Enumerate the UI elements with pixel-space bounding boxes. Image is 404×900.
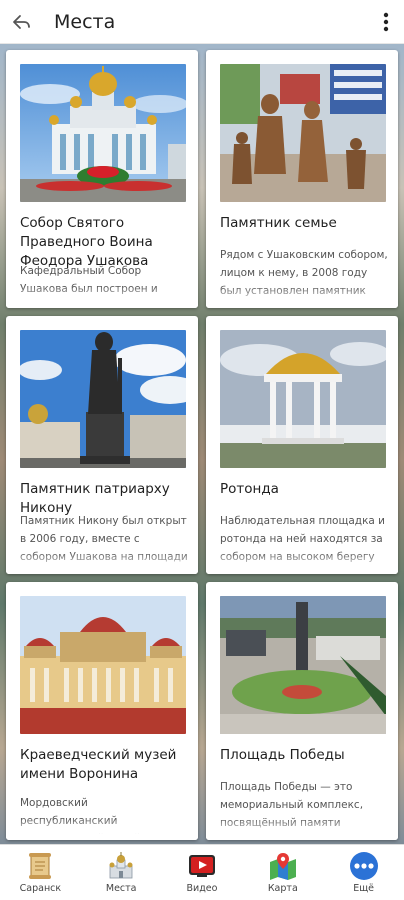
nav-label: Саранск	[19, 883, 62, 894]
museum-image	[20, 596, 186, 734]
place-card-victory-square[interactable]: Площадь Победы Площадь Победы — это мемо…	[206, 582, 398, 840]
place-card-rotunda[interactable]: Ротонда Наблюдательная площадка и ротонд…	[206, 316, 398, 574]
bottom-navigation: Саранск Места Видео Карта Ещё	[0, 844, 404, 900]
nav-item-places[interactable]: Места	[81, 845, 162, 900]
nav-item-map[interactable]: Карта	[242, 845, 323, 900]
place-card-nikon-monument[interactable]: Памятник патриарху Никону Памятник Никон…	[6, 316, 198, 574]
rotunda-image	[220, 330, 386, 468]
nav-item-more[interactable]: Ещё	[323, 845, 404, 900]
places-grid: Собор Святого Праведного Воина Феодора У…	[0, 44, 404, 844]
more-vertical-icon[interactable]	[368, 0, 404, 44]
nikon-monument-image	[20, 330, 186, 468]
nav-label: Видео	[186, 883, 218, 894]
back-arrow-icon[interactable]	[0, 0, 44, 44]
place-card-cathedral[interactable]: Собор Святого Праведного Воина Феодора У…	[6, 50, 198, 308]
page-title: Места	[54, 10, 116, 33]
place-title: Площадь Победы	[220, 747, 345, 763]
place-title: Памятник семье	[220, 215, 337, 231]
place-card-family-monument[interactable]: Памятник семье Рядом с Ушаковским соборо…	[206, 50, 398, 308]
app-bar: Места	[0, 0, 404, 44]
place-title: Ротонда	[220, 481, 279, 497]
video-play-icon	[187, 851, 217, 881]
nav-label: Места	[105, 883, 137, 894]
map-pin-icon	[268, 851, 298, 881]
victory-square-image	[220, 596, 386, 734]
church-icon	[106, 851, 136, 881]
more-horizontal-icon	[349, 851, 379, 881]
nav-label: Карта	[267, 883, 298, 894]
cathedral-image	[20, 64, 186, 202]
place-card-museum[interactable]: Краеведческий музей имени Воронина Мордо…	[6, 582, 198, 840]
nav-label: Ещё	[353, 883, 374, 894]
scroll-icon	[25, 851, 55, 881]
place-title: Краеведческий музей имени Воронина	[20, 747, 177, 782]
family-monument-image	[220, 64, 386, 202]
nav-item-video[interactable]: Видео	[162, 845, 243, 900]
nav-item-saransk[interactable]: Саранск	[0, 845, 81, 900]
